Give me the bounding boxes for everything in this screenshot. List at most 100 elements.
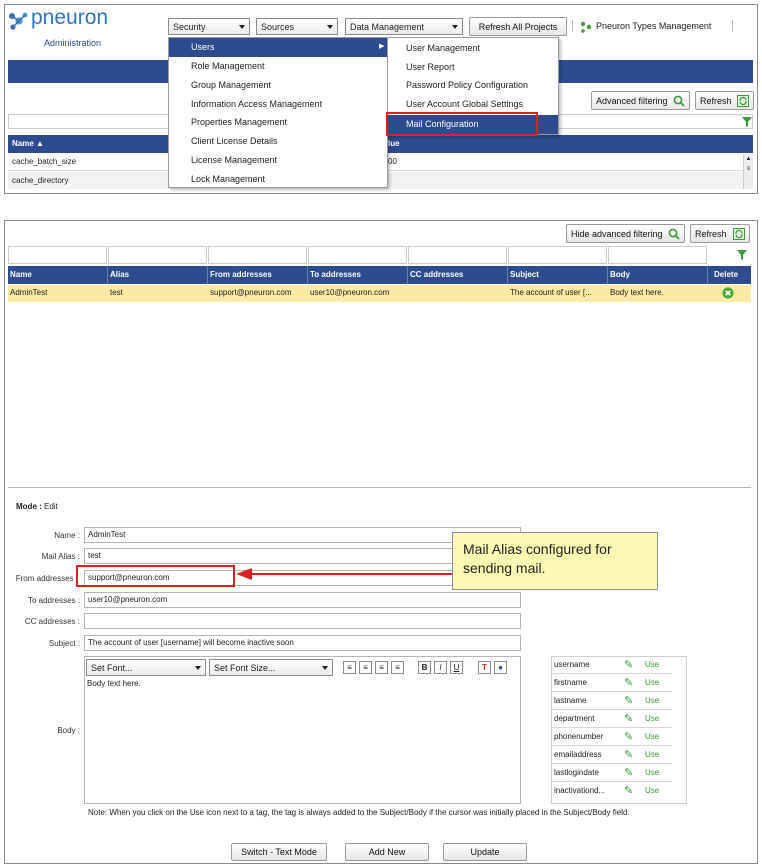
pneuron-logo-icon: [9, 12, 28, 30]
pencil-icon[interactable]: ✎: [624, 748, 633, 761]
cc-addresses-field[interactable]: [84, 613, 521, 629]
switch-text-mode-button[interactable]: Switch - Text Mode: [231, 843, 327, 861]
body-text[interactable]: Body text here.: [87, 679, 141, 688]
use-link[interactable]: Use: [645, 768, 659, 777]
to-addresses-field[interactable]: user10@pneuron.com: [84, 592, 521, 608]
search-icon: [673, 95, 685, 107]
refresh-all-projects-button[interactable]: Refresh All Projects: [469, 17, 567, 36]
align-center-icon[interactable]: ≡: [359, 661, 372, 674]
cell-name: AdminTest: [10, 288, 48, 297]
column-header-name[interactable]: Name ▲: [12, 135, 44, 153]
use-link[interactable]: Use: [645, 714, 659, 723]
subject-label: Subject :: [48, 639, 80, 648]
from-addresses-label: From addresses :: [15, 574, 78, 583]
use-link[interactable]: Use: [645, 696, 659, 705]
menu-item-lock-management[interactable]: Lock Management: [169, 170, 387, 189]
pencil-icon[interactable]: ✎: [624, 658, 633, 671]
hide-advanced-filtering-button[interactable]: Hide advanced filtering: [566, 224, 685, 243]
font-select[interactable]: Set Font...: [86, 659, 206, 676]
chevron-down-icon: [327, 24, 333, 29]
delete-icon[interactable]: [722, 287, 734, 299]
submenu-user-report[interactable]: User Report: [388, 58, 558, 77]
align-left-icon[interactable]: ≡: [343, 661, 356, 674]
brand-name: pneuron: [31, 6, 109, 29]
bold-icon[interactable]: B: [418, 661, 431, 674]
search-icon: [668, 228, 680, 240]
filter-input-to[interactable]: [308, 246, 407, 264]
menu-item-properties-management[interactable]: Properties Management: [169, 113, 387, 132]
mail-alias-label: Mail Alias :: [41, 552, 80, 561]
filter-input-subject[interactable]: [508, 246, 607, 264]
use-link[interactable]: Use: [645, 678, 659, 687]
update-button[interactable]: Update: [443, 843, 527, 861]
column-header-to[interactable]: To addresses: [308, 266, 408, 284]
menu-item-information-access[interactable]: Information Access Management: [169, 95, 387, 114]
column-header-cc[interactable]: CC addresses: [408, 266, 508, 284]
filter-icon[interactable]: [741, 116, 753, 128]
to-addresses-label: To addresses :: [27, 596, 80, 605]
filter-icon[interactable]: [736, 249, 748, 261]
pencil-icon[interactable]: ✎: [624, 730, 633, 743]
column-header-from[interactable]: From addresses: [208, 266, 308, 284]
column-header-value[interactable]: lue: [388, 135, 400, 153]
pencil-icon[interactable]: ✎: [624, 784, 633, 797]
align-justify-icon[interactable]: ≡: [391, 661, 404, 674]
tag-row: department ✎ Use: [552, 710, 672, 728]
filter-input-alias[interactable]: [108, 246, 207, 264]
pencil-icon[interactable]: ✎: [624, 766, 633, 779]
font-size-select[interactable]: Set Font Size...: [209, 659, 333, 676]
scrollbar[interactable]: ▲ ≡: [743, 154, 753, 189]
name-label: Name :: [54, 531, 80, 540]
italic-icon[interactable]: I: [434, 661, 447, 674]
refresh-button[interactable]: Refresh: [695, 91, 754, 110]
tag-row: firstname ✎ Use: [552, 674, 672, 692]
callout-text: Mail Alias configured for sending mail.: [463, 541, 612, 576]
menu-item-group-management[interactable]: Group Management: [169, 76, 387, 95]
table-row[interactable]: AdminTest test support@pneuron.com user1…: [8, 285, 751, 302]
subject-field[interactable]: The account of user [username] will beco…: [84, 635, 521, 651]
table-body: [8, 302, 751, 488]
filter-input-cc[interactable]: [408, 246, 507, 264]
filter-input-name[interactable]: [8, 246, 107, 264]
mail-table-header: Name Alias From addresses To addresses C…: [8, 266, 751, 284]
advanced-filtering-button[interactable]: Advanced filtering: [591, 91, 690, 110]
menu-item-client-license[interactable]: Client License Details: [169, 132, 387, 151]
submenu-user-management[interactable]: User Management: [388, 39, 558, 58]
use-link[interactable]: Use: [645, 786, 659, 795]
types-management-link[interactable]: Pneuron Types Management: [596, 21, 711, 31]
use-link[interactable]: Use: [645, 732, 659, 741]
logo: pneuron Administration: [8, 6, 138, 49]
menu-item-users[interactable]: Users: [169, 38, 387, 57]
column-header-name[interactable]: Name: [8, 266, 108, 284]
sources-dropdown[interactable]: Sources: [256, 18, 338, 35]
pencil-icon[interactable]: ✎: [624, 712, 633, 725]
refresh-button[interactable]: Refresh: [690, 224, 750, 243]
align-right-icon[interactable]: ≡: [375, 661, 388, 674]
submenu-password-policy[interactable]: Password Policy Configuration: [388, 76, 558, 95]
filter-input-from[interactable]: [208, 246, 307, 264]
text-color-icon[interactable]: T: [478, 661, 491, 674]
annotation-arrow: [236, 568, 454, 580]
data-management-dropdown[interactable]: Data Management: [345, 18, 463, 35]
tag-name: department: [554, 714, 595, 723]
separator: [732, 20, 733, 32]
pencil-icon[interactable]: ✎: [624, 676, 633, 689]
filter-input-body[interactable]: [608, 246, 707, 264]
column-header-alias[interactable]: Alias: [108, 266, 208, 284]
add-new-button[interactable]: Add New: [345, 843, 429, 861]
underline-icon[interactable]: U: [450, 661, 463, 674]
chevron-down-icon: [239, 24, 245, 29]
column-header-subject[interactable]: Subject: [508, 266, 608, 284]
use-link[interactable]: Use: [645, 660, 659, 669]
tag-row: lastlogindate ✎ Use: [552, 764, 672, 782]
menu-item-license-management[interactable]: License Management: [169, 151, 387, 170]
menu-item-role-management[interactable]: Role Management: [169, 57, 387, 76]
column-header-delete: Delete: [714, 270, 739, 279]
pencil-icon[interactable]: ✎: [624, 694, 633, 707]
security-dropdown[interactable]: Security: [168, 18, 250, 35]
column-header-body[interactable]: Body: [608, 266, 708, 284]
use-link[interactable]: Use: [645, 750, 659, 759]
filter-row: [8, 246, 751, 264]
tag-row: inactivationd... ✎ Use: [552, 782, 672, 800]
background-color-icon[interactable]: ●: [494, 661, 507, 674]
